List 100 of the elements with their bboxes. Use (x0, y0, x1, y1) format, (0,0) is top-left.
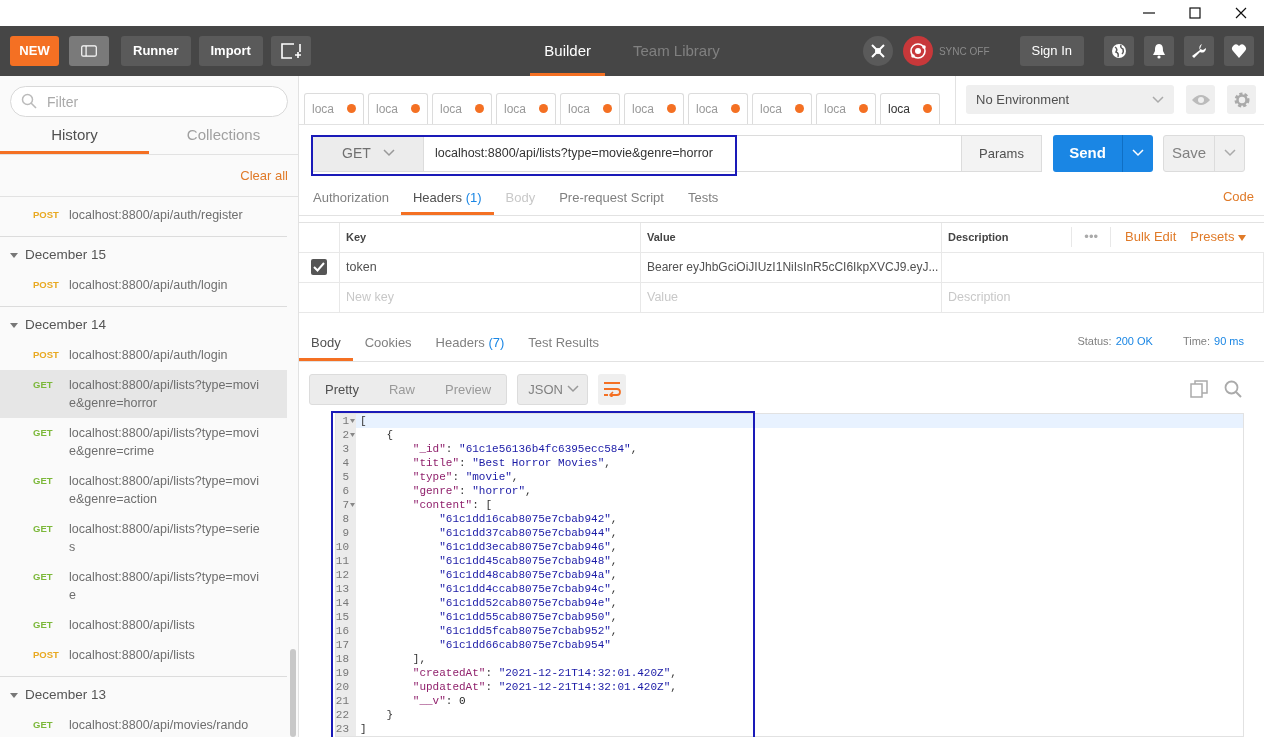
bell-button[interactable] (1144, 36, 1174, 66)
wrap-lines-button[interactable] (598, 374, 627, 405)
presets-link[interactable]: Presets (1190, 227, 1246, 247)
date-heading: December 14 (25, 315, 107, 334)
fold-icon[interactable] (350, 503, 355, 507)
request-tab[interactable]: loca (368, 92, 428, 124)
view-mode-button[interactable]: Raw (373, 375, 430, 404)
code-line: "_id": "61c1e56136b4fc6395ecc584", (411, 442, 638, 456)
section-tab[interactable]: Pre-request Script (547, 184, 676, 215)
sidebar-tab[interactable]: Collections (149, 120, 298, 154)
maximize-icon (1187, 5, 1203, 21)
history-item-link[interactable]: localhost:8800/api/auth/login (69, 276, 264, 294)
tab-label: loca (632, 100, 654, 118)
more-options-button[interactable]: ••• (1071, 227, 1111, 247)
method-select[interactable]: GET (311, 134, 424, 173)
chevron-icon (1152, 95, 1164, 104)
code-line: ], (411, 652, 426, 666)
request-tab[interactable]: loca (432, 92, 492, 124)
wrench-icon (1191, 43, 1207, 59)
response-tab[interactable]: Cookies (352, 328, 424, 361)
search-icon[interactable] (1224, 380, 1242, 399)
request-tab[interactable]: loca (496, 92, 556, 124)
heart-button[interactable] (1224, 36, 1254, 66)
url-field[interactable]: localhost:8800/api/lists?type=movie&genre=horror (424, 134, 962, 173)
history-item-link[interactable]: localhost:8800/api/lists?type=movie&genre=horror (69, 376, 264, 412)
method-label: GET (32, 618, 54, 632)
checkbox[interactable] (311, 259, 327, 276)
section-tab[interactable]: Headers (1) (400, 184, 494, 215)
history-item-link[interactable]: localhost:8800/api/movies/rando (69, 716, 264, 734)
sidebar-toggle-button[interactable] (69, 36, 109, 66)
code-line: "61c1dd52cab8075e7cbab94e", (438, 596, 618, 610)
bulk-edit-link[interactable]: Bulk Edit (1125, 227, 1177, 247)
fold-icon[interactable] (350, 419, 355, 423)
request-tab[interactable]: loca (624, 92, 684, 124)
response-tab[interactable]: Headers (7) (423, 328, 517, 361)
import-button[interactable]: Import (198, 36, 263, 66)
new-window-button[interactable] (270, 36, 311, 66)
request-tab[interactable]: loca (752, 92, 812, 124)
line-number: 23 (335, 722, 349, 736)
status-label: Status: (1077, 334, 1112, 350)
view-mode-button[interactable]: Pretty (310, 375, 374, 404)
environment-select[interactable]: No Environment (966, 85, 1174, 115)
sign-in-button[interactable]: Sign In (1019, 36, 1084, 66)
nav-tab[interactable]: Builder (530, 26, 605, 76)
interceptor-button[interactable] (862, 36, 893, 66)
request-tab[interactable]: loca (688, 92, 748, 124)
sync-button[interactable] (902, 36, 933, 66)
caret-icon[interactable] (9, 250, 19, 260)
view-mode-button[interactable]: Preview (430, 375, 507, 404)
history-item-link[interactable]: localhost:8800/api/lists (69, 616, 264, 634)
wrench-button[interactable] (1184, 36, 1214, 66)
globe-button[interactable] (1104, 36, 1134, 66)
tab-label: loca (376, 100, 398, 118)
line-number: 5 (342, 470, 349, 484)
history-item-link[interactable]: localhost:8800/api/lists?type=movie&genre=crime (69, 424, 264, 460)
copy-icon[interactable] (1190, 380, 1208, 399)
fold-icon[interactable] (350, 433, 355, 437)
filter-field[interactable]: Filter (10, 86, 288, 117)
settings-button[interactable] (1227, 85, 1256, 115)
status-value: 200 OK (1115, 334, 1153, 350)
wrap-lines-icon (603, 381, 622, 398)
tab-label: loca (760, 100, 782, 118)
request-tab[interactable]: loca (880, 92, 940, 124)
history-item-link[interactable]: localhost:8800/api/lists?type=series (69, 520, 264, 556)
nav-tab[interactable]: Team Library (619, 26, 734, 76)
params-button[interactable]: Params (962, 134, 1042, 173)
new-button[interactable]: NEW (10, 36, 59, 66)
history-item-link[interactable]: localhost:8800/api/lists (69, 646, 264, 664)
format-select[interactable]: JSON (517, 374, 589, 405)
request-tab[interactable]: loca (816, 92, 876, 124)
scrollbar-thumb[interactable] (290, 649, 296, 737)
history-item-link[interactable]: localhost:8800/api/auth/register (69, 206, 264, 224)
line-number: 22 (335, 708, 349, 722)
code-line: "updatedAt": "2021-12-21T14:32:01.420Z", (411, 680, 677, 694)
method-label: GET (32, 474, 54, 488)
request-tab[interactable]: loca (304, 92, 364, 124)
runner-button[interactable]: Runner (121, 36, 191, 66)
sidebar-tab[interactable]: History (0, 120, 149, 154)
history-item-link[interactable]: localhost:8800/api/lists?type=movie&genre=action (69, 472, 264, 508)
column-header: Key (346, 229, 367, 245)
section-tab[interactable]: Authorization (301, 184, 401, 215)
request-tab[interactable]: loca (560, 92, 620, 124)
clear-all-link[interactable]: Clear all (240, 165, 288, 186)
chevron-icon (1223, 149, 1236, 158)
caret-icon[interactable] (9, 320, 19, 330)
code-link[interactable]: Code (1222, 187, 1254, 215)
bell-icon (1151, 43, 1167, 59)
line-number: 11 (335, 554, 349, 568)
code-line: "61c1dd16cab8075e7cbab942", (438, 512, 618, 526)
response-tab[interactable]: Test Results (516, 328, 612, 361)
section-tab[interactable]: Tests (675, 184, 731, 215)
minimize-icon (1143, 12, 1155, 14)
sidebar-icon (81, 43, 97, 59)
response-tab[interactable]: Body (299, 328, 353, 361)
sync-icon (907, 41, 928, 61)
caret-icon[interactable] (9, 690, 19, 700)
code-line: "createdAt": "2021-12-21T14:32:01.420Z", (411, 666, 677, 680)
history-item-link[interactable]: localhost:8800/api/lists?type=movie (69, 568, 264, 604)
history-item-link[interactable]: localhost:8800/api/auth/login (69, 346, 264, 364)
tab-label: loca (696, 100, 718, 118)
